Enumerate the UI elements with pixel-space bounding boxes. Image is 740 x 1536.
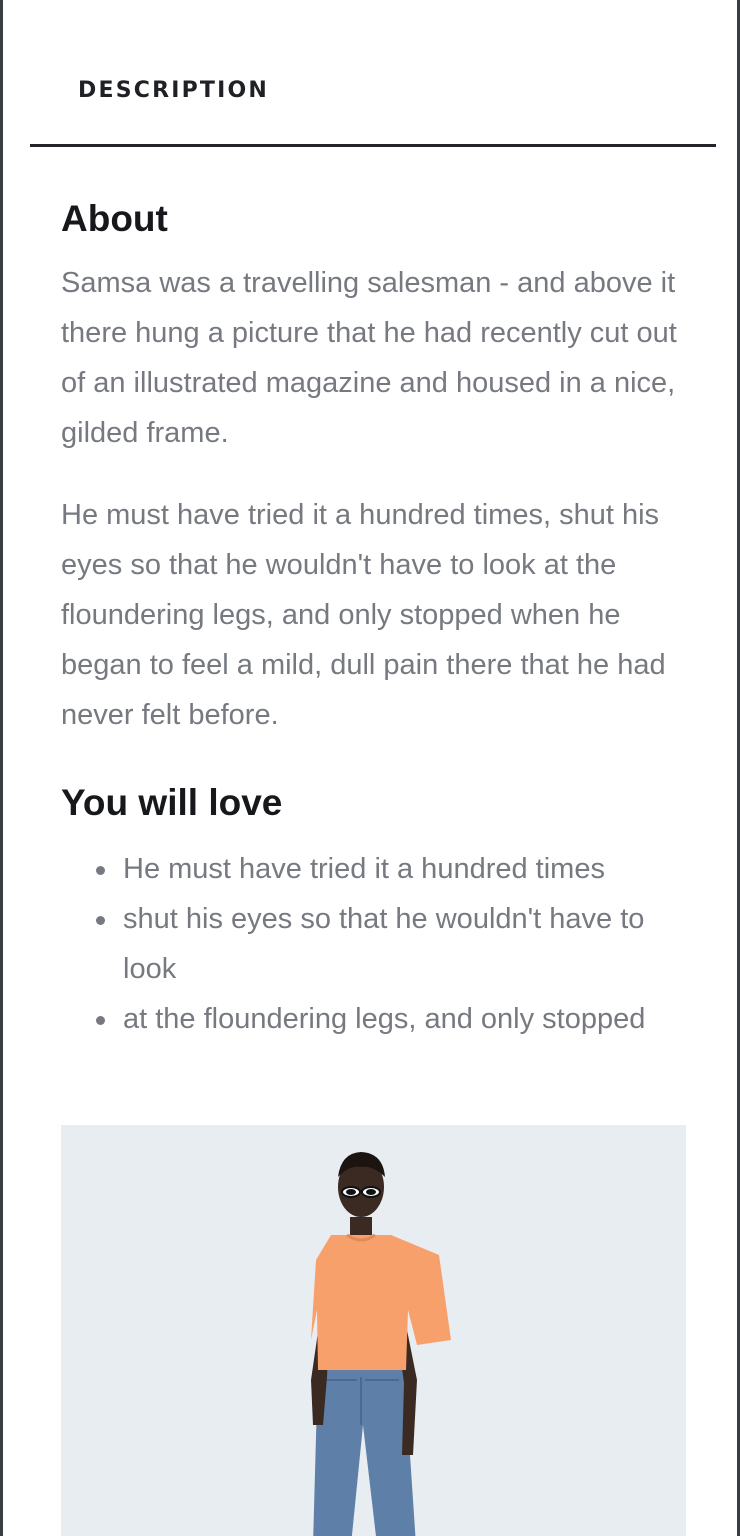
model-illustration	[311, 1152, 451, 1536]
you-will-love-list: He must have tried it a hundred times sh…	[61, 844, 691, 1044]
list-item: shut his eyes so that he wouldn't have t…	[96, 894, 691, 994]
list-item: He must have tried it a hundred times	[96, 844, 691, 894]
description-content: About Samsa was a travelling salesman - …	[61, 196, 691, 1044]
list-item: at the floundering legs, and only stoppe…	[96, 994, 691, 1044]
product-photo	[61, 1125, 686, 1536]
about-paragraph-1: Samsa was a travelling salesman - and ab…	[61, 267, 677, 449]
tab-active-underline	[30, 144, 716, 147]
about-heading: About	[61, 198, 168, 239]
about-paragraph-2: He must have tried it a hundred times, s…	[61, 499, 666, 731]
you-will-love-heading: You will love	[61, 782, 283, 823]
product-description-panel: DESCRIPTION About Samsa was a travelling…	[0, 0, 740, 1536]
tab-description[interactable]: DESCRIPTION	[78, 76, 269, 106]
